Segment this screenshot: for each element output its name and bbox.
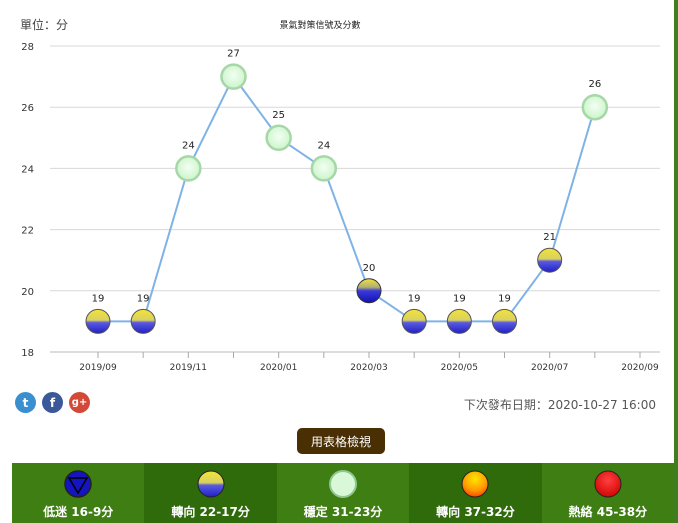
legend-label: 低迷 16-9分 <box>43 505 114 519</box>
red-icon <box>594 470 622 498</box>
x-tick-label: 2020/09 <box>621 363 659 373</box>
data-point[interactable] <box>175 155 202 182</box>
data-point[interactable] <box>492 308 517 334</box>
y-axis: 18 20 22 24 26 28 <box>21 42 34 359</box>
data-label: 27 <box>227 49 240 60</box>
data-label: 21 <box>543 232 556 243</box>
legend-item-turning-high: 轉向 37-32分 <box>409 463 542 523</box>
legend-label: 轉向 37-32分 <box>436 505 515 519</box>
y-tick-label: 26 <box>21 103 34 114</box>
data-point[interactable] <box>130 308 156 334</box>
facebook-icon[interactable]: f <box>42 392 63 413</box>
series-line <box>98 74 596 323</box>
legend-item-stable: 穩定 31-23分 <box>276 463 410 523</box>
data-label: 25 <box>272 110 285 121</box>
y-tick-label: 28 <box>21 42 34 53</box>
y-tick-label: 18 <box>21 348 34 359</box>
data-point[interactable] <box>537 247 563 273</box>
legend-item-booming: 熱絡 45-38分 <box>541 463 675 523</box>
yellow-red-icon <box>461 470 489 498</box>
data-label: 24 <box>317 140 330 151</box>
legend-label: 穩定 31-23分 <box>303 505 383 519</box>
data-label: 24 <box>182 140 195 151</box>
legend-label: 熱絡 45-38分 <box>568 505 648 519</box>
data-label: 19 <box>453 293 466 304</box>
x-tick-label: 2020/01 <box>260 363 297 373</box>
data-point[interactable] <box>85 308 111 334</box>
data-point[interactable] <box>265 124 292 152</box>
signal-legend: 低迷 16-9分 轉向 22-17分 穩定 31-23分 轉向 37-32分 熱… <box>12 463 675 523</box>
legend-item-turning-low: 轉向 22-17分 <box>144 463 277 523</box>
twitter-icon[interactable]: t <box>15 392 36 413</box>
yellow-blue-icon <box>197 470 225 498</box>
legend-label: 轉向 22-17分 <box>171 505 250 519</box>
x-tick-label: 2019/11 <box>170 363 207 373</box>
y-tick-label: 22 <box>21 226 34 237</box>
data-point[interactable] <box>581 93 609 121</box>
y-tick-label: 24 <box>21 164 34 175</box>
data-label: 19 <box>498 293 511 304</box>
legend-item-slump: 低迷 16-9分 <box>12 463 145 523</box>
data-label: 19 <box>92 293 105 304</box>
x-axis: 2019/09 2019/11 2020/01 2020/03 2020/05 2020/… <box>50 351 660 373</box>
green-icon <box>329 470 358 498</box>
data-point[interactable] <box>220 63 247 90</box>
data-point[interactable] <box>446 308 472 334</box>
data-point[interactable] <box>310 155 338 182</box>
data-point[interactable] <box>401 308 427 334</box>
y-tick-label: 20 <box>21 287 34 298</box>
blue-triangle-icon <box>64 470 92 498</box>
data-point[interactable] <box>356 278 382 304</box>
x-tick-label: 2020/07 <box>531 363 568 373</box>
x-tick-label: 2020/03 <box>350 363 387 373</box>
table-view-button[interactable]: 用表格檢視 <box>297 428 385 454</box>
social-share: t f g+ <box>15 392 90 413</box>
googleplus-icon[interactable]: g+ <box>69 392 90 413</box>
x-tick-label: 2020/05 <box>441 363 478 373</box>
series-polyline <box>98 74 596 323</box>
x-tick-label: 2019/09 <box>79 363 117 373</box>
data-label: 19 <box>408 293 421 304</box>
data-label: 19 <box>137 293 150 304</box>
data-label: 20 <box>363 263 376 274</box>
chart-panel: 單位：分 景氣對策信號及分數 18 20 22 24 26 28 2019/09 2019 <box>0 0 678 523</box>
line-chart: 18 20 22 24 26 28 2019/09 2019/11 2020/01 2020/0… <box>21 42 660 373</box>
next-release-date: 下次發布日期：2020-10-27 16:00 <box>463 398 656 412</box>
data-label: 26 <box>588 79 601 90</box>
